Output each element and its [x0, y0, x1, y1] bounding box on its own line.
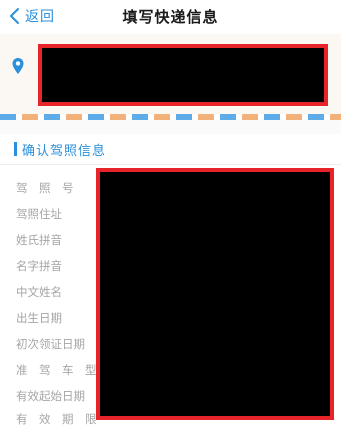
section-gap: [0, 120, 341, 134]
page-title: 填写快递信息: [122, 8, 219, 26]
field-label-vehicle-class: 准 驾 车 型: [16, 363, 97, 377]
field-label-first-issue-date: 初次领证日期: [16, 337, 85, 351]
section-title: 确认驾照信息: [22, 144, 107, 159]
redacted-license-values: [96, 168, 334, 420]
field-label-valid-from: 有效起始日期: [16, 389, 85, 403]
field-label-license-number: 驾 照 号: [16, 181, 74, 195]
field-label-surname-pinyin: 姓氏拼音: [16, 233, 62, 247]
field-label-given-name-pinyin: 名字拼音: [16, 259, 62, 273]
section-header: 确认驾照信息: [0, 134, 341, 165]
section-accent-bar: [14, 142, 17, 156]
address-card[interactable]: [0, 34, 341, 114]
field-label-birth-date: 出生日期: [16, 311, 62, 325]
field-label-chinese-name: 中文姓名: [16, 285, 62, 299]
nav-bar: 返回 填写快递信息: [0, 0, 341, 34]
redacted-address: [38, 44, 328, 106]
field-label-license-address: 驾照住址: [16, 207, 62, 221]
field-label-valid-period: 有 效 期 限: [16, 412, 97, 426]
location-pin-icon: [12, 58, 24, 74]
